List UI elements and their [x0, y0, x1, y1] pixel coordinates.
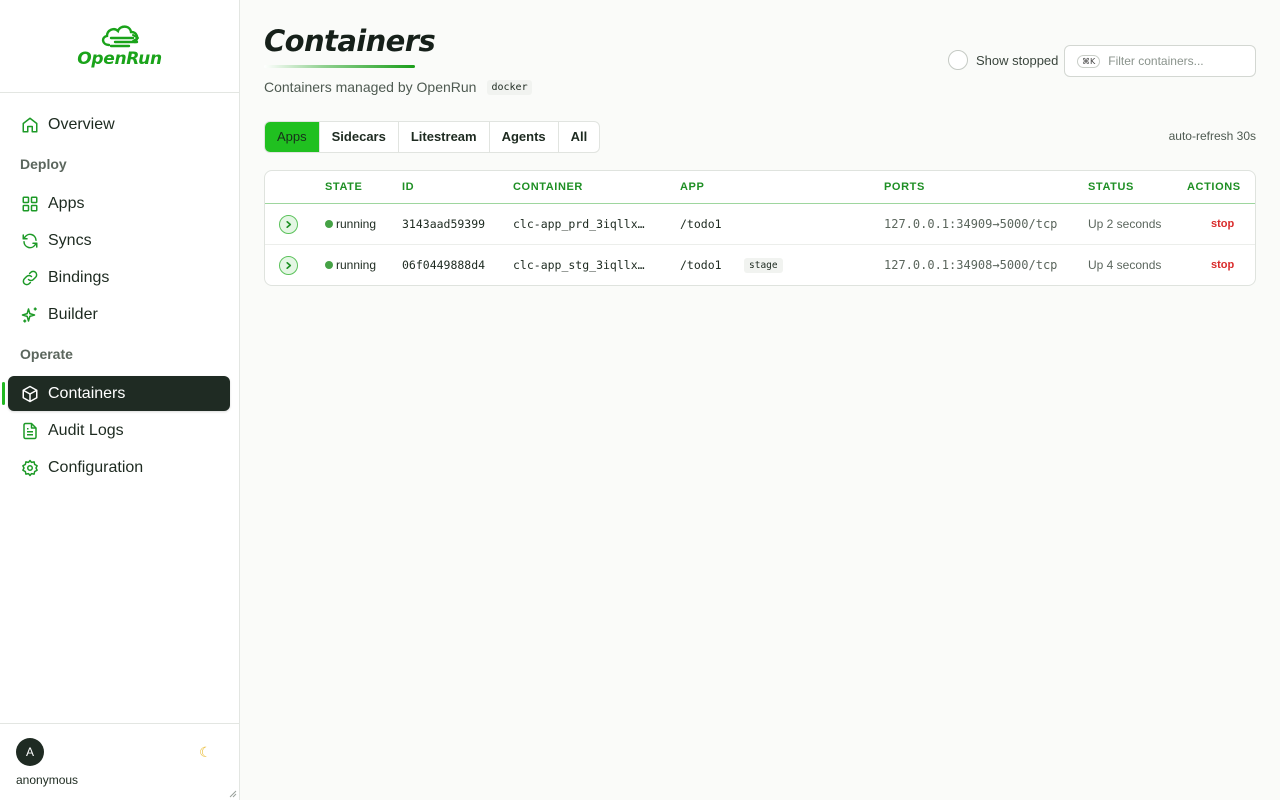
- filter-box[interactable]: ⌘K: [1064, 45, 1256, 77]
- sidebar-item-label: Containers: [48, 384, 126, 402]
- status-text: Up 4 seconds: [1088, 258, 1162, 272]
- expand-row-icon[interactable]: [279, 256, 298, 275]
- state-text: running: [336, 258, 377, 272]
- ports: 127.0.0.1:34908→5000/tcp: [884, 258, 1058, 272]
- container-id[interactable]: 3143aad59399: [402, 217, 485, 231]
- column-header-container[interactable]: CONTAINER: [513, 181, 583, 193]
- sidebar-item-label: Overview: [48, 115, 115, 133]
- logo[interactable]: OpenRun: [0, 0, 239, 93]
- box-icon: [20, 384, 40, 404]
- column-header-app[interactable]: APP: [680, 181, 704, 193]
- gear-icon: [20, 458, 40, 478]
- username: anonymous: [16, 773, 79, 787]
- sidebar-item-configuration[interactable]: Configuration: [8, 450, 230, 485]
- sparkles-icon: [20, 305, 40, 325]
- main-content: Containers Containers managed by OpenRun…: [240, 0, 1280, 800]
- container-id[interactable]: 06f0449888d4: [402, 258, 485, 272]
- state-cell: running: [325, 258, 376, 272]
- state-cell: running: [325, 217, 376, 231]
- column-header-status[interactable]: STATUS: [1088, 181, 1134, 193]
- running-status-dot: [325, 261, 333, 269]
- state-text: running: [336, 217, 377, 231]
- app-path[interactable]: /todo1: [680, 217, 722, 231]
- stage-badge: stage: [744, 258, 783, 273]
- stop-button[interactable]: stop: [1211, 259, 1234, 271]
- grid-icon: [20, 194, 40, 214]
- tab-sidecars[interactable]: Sidecars: [320, 122, 399, 152]
- tab-litestream[interactable]: Litestream: [399, 122, 490, 152]
- status-text: Up 2 seconds: [1088, 217, 1162, 231]
- column-header-ports[interactable]: PORTS: [884, 181, 925, 193]
- subtitle-text: Containers managed by OpenRun: [264, 79, 477, 95]
- table-row[interactable]: running 3143aad59399 clc-app_prd_3iqllx……: [265, 204, 1255, 245]
- table-header: STATE ID CONTAINER APP PORTS STATUS ACTI…: [265, 171, 1255, 204]
- tab-all[interactable]: All: [559, 122, 600, 152]
- sidebar-item-overview[interactable]: Overview: [8, 107, 230, 142]
- column-header-actions: ACTIONS: [1187, 181, 1241, 193]
- shortcut-hint: ⌘K: [1077, 54, 1101, 68]
- container-type-tabs: Apps Sidecars Litestream Agents All: [264, 121, 601, 153]
- runtime-badge: docker: [487, 79, 532, 95]
- running-status-dot: [325, 220, 333, 228]
- avatar[interactable]: A: [16, 738, 44, 766]
- auto-refresh-label: auto-refresh 30s: [1168, 129, 1256, 143]
- moon-icon[interactable]: ☾: [199, 744, 212, 761]
- sidebar-item-label: Audit Logs: [48, 421, 124, 439]
- sidebar-item-label: Bindings: [48, 268, 110, 286]
- app-path[interactable]: /todo1: [680, 258, 722, 272]
- filter-input[interactable]: [1108, 54, 1249, 68]
- file-text-icon: [20, 421, 40, 441]
- ports: 127.0.0.1:34909→5000/tcp: [884, 217, 1058, 231]
- column-header-state[interactable]: STATE: [325, 181, 362, 193]
- section-operate: Operate: [20, 346, 73, 362]
- user-panel: A anonymous ☾: [0, 723, 239, 800]
- home-icon: [20, 115, 40, 135]
- show-stopped-toggle[interactable]: Show stopped: [948, 50, 1058, 70]
- page-subtitle: Containers managed by OpenRun docker: [264, 79, 532, 95]
- page-title: Containers: [264, 24, 436, 58]
- title-underline: [264, 65, 415, 68]
- sidebar: OpenRun Overview Deploy Apps Syncs Bindi…: [0, 0, 240, 800]
- tab-apps[interactable]: Apps: [265, 122, 320, 152]
- sidebar-item-bindings[interactable]: Bindings: [8, 260, 230, 295]
- show-stopped-label: Show stopped: [976, 52, 1059, 68]
- sidebar-item-builder[interactable]: Builder: [8, 297, 230, 332]
- containers-table: STATE ID CONTAINER APP PORTS STATUS ACTI…: [264, 170, 1256, 286]
- brand-name: OpenRun: [77, 49, 162, 69]
- section-deploy: Deploy: [20, 156, 67, 172]
- sidebar-item-label: Configuration: [48, 458, 144, 476]
- sidebar-nav: Overview Deploy Apps Syncs Bindings Buil…: [0, 93, 239, 485]
- active-indicator: [2, 382, 5, 405]
- refresh-icon: [20, 231, 40, 251]
- resize-handle-icon[interactable]: [229, 790, 237, 798]
- sidebar-item-containers[interactable]: Containers: [2, 376, 230, 411]
- tab-agents[interactable]: Agents: [490, 122, 559, 152]
- sidebar-item-syncs[interactable]: Syncs: [8, 223, 230, 258]
- expand-row-icon[interactable]: [279, 215, 298, 234]
- link-icon: [20, 268, 40, 288]
- cloud-logo-icon: [101, 25, 139, 48]
- sidebar-item-label: Builder: [48, 305, 98, 323]
- container-name: clc-app_stg_3iqllx…: [513, 258, 645, 272]
- show-stopped-checkbox[interactable]: [948, 50, 968, 70]
- sidebar-item-label: Apps: [48, 194, 85, 212]
- stop-button[interactable]: stop: [1211, 218, 1234, 230]
- column-header-id[interactable]: ID: [402, 181, 414, 193]
- table-row[interactable]: running 06f0449888d4 clc-app_stg_3iqllx……: [265, 245, 1255, 285]
- sidebar-item-audit-logs[interactable]: Audit Logs: [8, 413, 230, 448]
- container-name: clc-app_prd_3iqllx…: [513, 217, 645, 231]
- sidebar-item-label: Syncs: [48, 231, 92, 249]
- sidebar-item-apps[interactable]: Apps: [8, 186, 230, 221]
